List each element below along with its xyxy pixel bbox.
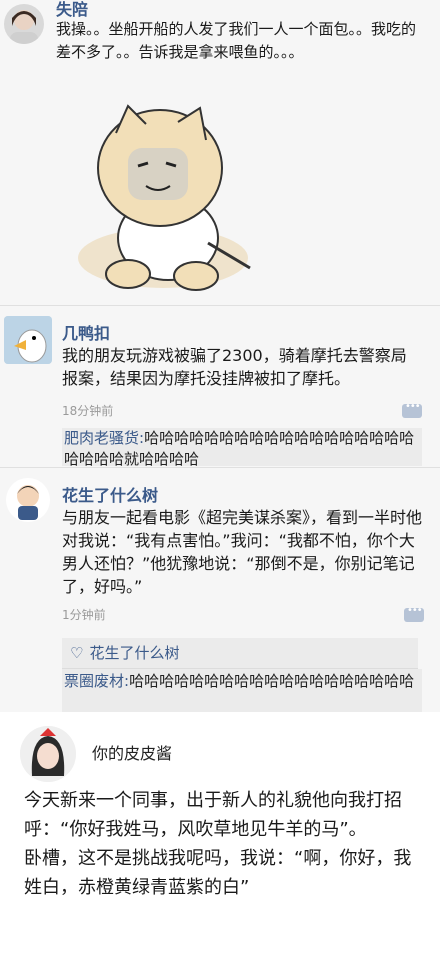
screenshot-collage: 失陪 我操。。坐船开船的人发了我们一人一个面包。。我吃的差不多了。。告诉我是拿来…: [0, 0, 440, 971]
avatar[interactable]: [6, 478, 50, 522]
post-1: 失陪 我操。。坐船开船的人发了我们一人一个面包。。我吃的差不多了。。告诉我是拿来…: [0, 0, 440, 305]
comment-user[interactable]: 肥肉老骚货:: [64, 429, 144, 447]
post-text: 我操。。坐船开船的人发了我们一人一个面包。。我吃的差不多了。。告诉我是拿来喂鱼的…: [56, 20, 417, 61]
avatar[interactable]: [4, 4, 44, 44]
post-2: 几鸭扣 我的朋友玩游戏被骗了2300，骑着摩托去警察局报案，结果因为摩托没挂牌被…: [0, 305, 440, 468]
comment-text: 哈哈哈哈哈哈哈哈哈哈哈哈哈哈哈哈哈哈哈: [129, 672, 415, 690]
heart-icon: ♡: [70, 644, 84, 662]
post-4: 你的皮皮酱 今天新来一个同事，出于新人的礼貌他向我打招呼：“你好我姓马，风吹草地…: [0, 712, 440, 971]
post-text: 与朋友一起看电影《超完美谋杀案》，看到一半时他对我说：“我有点害怕。”我问：“我…: [62, 508, 423, 596]
post-timestamp: 18分钟前: [62, 404, 114, 418]
like-user[interactable]: 花生了什么树: [89, 644, 179, 662]
comment-box: 肥肉老骚货:哈哈哈哈哈哈哈哈哈哈哈哈哈哈哈哈哈哈哈哈哈哈就哈哈哈哈: [62, 428, 422, 466]
duck-avatar-icon: [4, 316, 52, 364]
post-author[interactable]: 失陪: [56, 0, 88, 20]
post-text: 今天新来一个同事，出于新人的礼貌他向我打招呼：“你好我姓马，风吹草地见牛羊的马”…: [24, 790, 412, 898]
meme-sticker-image: [78, 104, 251, 291]
post-timestamp: 1分钟前: [62, 608, 106, 622]
post-author[interactable]: 花生了什么树: [62, 482, 158, 506]
avatar[interactable]: [4, 316, 52, 364]
post-author[interactable]: 你的皮皮酱: [92, 740, 172, 764]
cartoon-boy-avatar-icon: [17, 485, 39, 520]
post-3: 花生了什么树 与朋友一起看电影《超完美谋杀案》，看到一半时他对我说：“我有点害怕…: [0, 467, 440, 717]
comment-button[interactable]: [404, 605, 424, 622]
girl-avatar-icon: [20, 726, 76, 782]
post-author[interactable]: 几鸭扣: [62, 320, 110, 344]
likes-box: ♡ 花生了什么树: [62, 638, 418, 669]
comment-box: 票圈废材:哈哈哈哈哈哈哈哈哈哈哈哈哈哈哈哈哈哈哈: [62, 669, 422, 717]
comment-user[interactable]: 票圈废材:: [64, 672, 129, 690]
comment-button[interactable]: [402, 401, 422, 418]
post-text: 我的朋友玩游戏被骗了2300，骑着摩托去警察局报案，结果因为摩托没挂牌被扣了摩托…: [62, 346, 407, 388]
avatar[interactable]: [20, 726, 76, 782]
avatar-portrait-icon: [10, 10, 38, 44]
